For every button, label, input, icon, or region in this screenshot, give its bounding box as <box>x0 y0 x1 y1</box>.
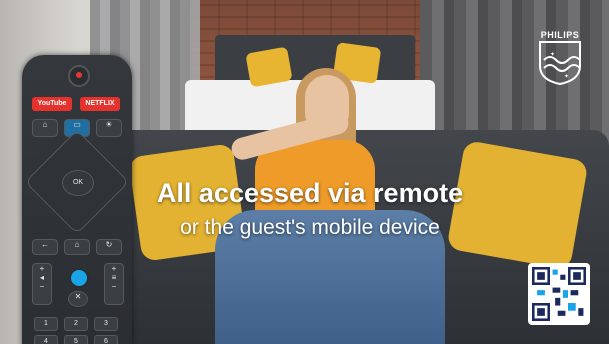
number-key: 4 <box>34 335 58 344</box>
ok-button: OK <box>62 170 94 196</box>
youtube-button: YouTube <box>32 97 72 111</box>
qr-code-icon <box>528 263 590 325</box>
refresh-icon: ↻ <box>96 239 122 255</box>
number-key: 5 <box>64 335 88 344</box>
number-key: 6 <box>94 335 118 344</box>
number-key: 1 <box>34 317 58 331</box>
bed-pillow <box>245 46 293 88</box>
brand-name: PHILIPS <box>540 30 580 40</box>
svg-text:✦: ✦ <box>550 51 555 58</box>
channel-up-icon: + ≡ − <box>104 263 124 305</box>
home-icon: ⌂ <box>32 119 58 137</box>
power-button <box>68 65 90 87</box>
blue-button <box>69 268 89 288</box>
tv-remote: YouTube NETFLIX ⌂ ▭ ☀ OK ← ⌂ ↻ + ◂ − ✕ + ≡ −… <box>22 55 132 344</box>
number-key: 3 <box>94 317 118 331</box>
back-icon: ← <box>32 239 58 255</box>
home-icon: ⌂ <box>64 239 90 255</box>
svg-text:✦: ✦ <box>564 73 569 80</box>
netflix-button: NETFLIX <box>80 97 120 111</box>
mute-icon: ✕ <box>68 291 88 307</box>
number-key: 2 <box>64 317 88 331</box>
headline: All accessed via remote <box>156 178 464 208</box>
hero-banner: YouTube NETFLIX ⌂ ▭ ☀ OK ← ⌂ ↻ + ◂ − ✕ + ≡ −… <box>0 0 609 344</box>
weather-icon: ☀ <box>96 119 122 137</box>
volume-up-icon: + ◂ − <box>32 263 52 305</box>
subline: or the guest's mobile device <box>180 216 440 239</box>
